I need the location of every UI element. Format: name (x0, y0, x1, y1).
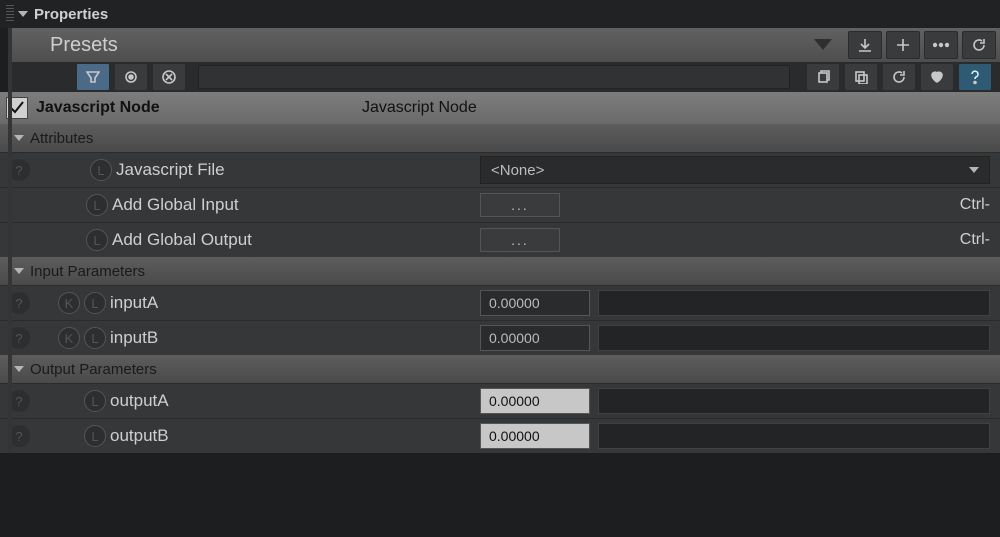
more-button[interactable] (924, 31, 958, 59)
output-b-row: ? L outputB 0.00000 (0, 418, 1000, 453)
field-label: outputA (110, 391, 169, 411)
add-global-output-button[interactable]: ... (480, 228, 560, 252)
chevron-down-icon (969, 167, 979, 173)
output-a-value[interactable]: 0.00000 (480, 388, 590, 414)
output-a-row: ? L outputA 0.00000 (0, 383, 1000, 418)
collapse-icon (14, 366, 24, 372)
key-icon[interactable]: K (58, 292, 80, 314)
record-button[interactable] (114, 63, 148, 91)
attr-add-output-row: L Add Global Output ... Ctrl- (0, 222, 1000, 257)
panel-title: Properties (34, 6, 108, 23)
panel-titlebar: Properties (0, 0, 1000, 28)
search-input[interactable] (198, 65, 790, 89)
favorite-button[interactable] (920, 63, 954, 91)
node-header: Javascript Node Javascript Node (0, 92, 1000, 124)
paste-button[interactable] (844, 63, 878, 91)
node-name-left: Javascript Node (36, 99, 362, 117)
output-b-value[interactable]: 0.00000 (480, 423, 590, 449)
link-icon[interactable]: L (84, 327, 106, 349)
field-label: inputB (110, 328, 158, 348)
key-icon[interactable]: K (58, 327, 80, 349)
add-global-input-button[interactable]: ... (480, 193, 560, 217)
field-label: Add Global Input (112, 195, 239, 215)
input-b-row: ? K L inputB 0.00000 (0, 320, 1000, 355)
input-a-row: ? K L inputA 0.00000 (0, 285, 1000, 320)
collapse-icon[interactable] (18, 11, 28, 17)
help-button[interactable] (958, 63, 992, 91)
dropdown-value: <None> (491, 162, 544, 179)
section-title: Attributes (30, 130, 93, 147)
input-a-value[interactable]: 0.00000 (480, 290, 590, 316)
output-a-slider[interactable] (598, 388, 990, 414)
attr-js-file-row: ? L Javascript File <None> (0, 152, 1000, 187)
presets-header: Presets (12, 28, 1000, 62)
copy-button[interactable] (806, 63, 840, 91)
gutter-spine (8, 28, 12, 453)
filter-button[interactable] (76, 63, 110, 91)
section-title: Output Parameters (30, 361, 157, 378)
section-title: Input Parameters (30, 263, 145, 280)
link-icon[interactable]: L (90, 159, 112, 181)
shortcut-hint: Ctrl- (960, 196, 990, 214)
import-button[interactable] (848, 31, 882, 59)
input-a-slider[interactable] (598, 290, 990, 316)
field-label: inputA (110, 293, 158, 313)
link-icon[interactable]: L (84, 390, 106, 412)
output-b-slider[interactable] (598, 423, 990, 449)
field-label: outputB (110, 426, 169, 446)
input-b-slider[interactable] (598, 325, 990, 351)
presets-toolbar (840, 31, 1000, 59)
attr-add-input-row: L Add Global Input ... Ctrl- (0, 187, 1000, 222)
node-name-right: Javascript Node (362, 99, 477, 117)
undo-button[interactable] (882, 63, 916, 91)
attributes-header[interactable]: Attributes (0, 124, 1000, 152)
clear-button[interactable] (152, 63, 186, 91)
collapse-icon (14, 268, 24, 274)
output-params-header[interactable]: Output Parameters (0, 355, 1000, 383)
presets-label: Presets (50, 34, 118, 57)
field-label: Javascript File (116, 160, 225, 180)
field-label: Add Global Output (112, 230, 252, 250)
input-b-value[interactable]: 0.00000 (480, 325, 590, 351)
js-file-dropdown[interactable]: <None> (480, 156, 990, 184)
shortcut-hint: Ctrl- (960, 231, 990, 249)
link-icon[interactable]: L (84, 425, 106, 447)
presets-dropdown-icon[interactable] (814, 37, 832, 54)
link-icon[interactable]: L (86, 229, 108, 251)
drag-handle-icon[interactable] (6, 5, 14, 23)
input-params-header[interactable]: Input Parameters (0, 257, 1000, 285)
collapse-icon (14, 135, 24, 141)
add-button[interactable] (886, 31, 920, 59)
reset-button[interactable] (962, 31, 996, 59)
link-icon[interactable]: L (86, 194, 108, 216)
filter-bar (12, 62, 1000, 92)
link-icon[interactable]: L (84, 292, 106, 314)
